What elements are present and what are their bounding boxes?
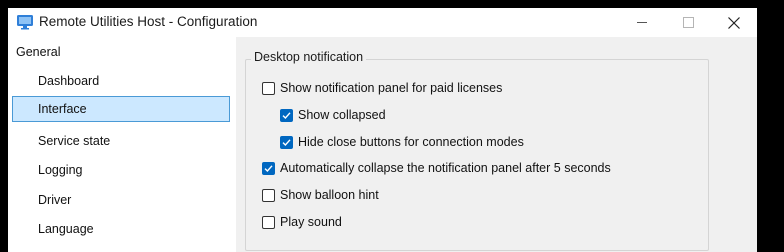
close-button[interactable] xyxy=(711,8,757,37)
tree-item-label: General xyxy=(16,45,61,59)
maximize-button[interactable] xyxy=(665,8,711,37)
minimize-icon xyxy=(636,22,647,23)
checkbox-box xyxy=(280,136,293,149)
checkbox-label: Show balloon hint xyxy=(280,188,379,202)
title-bar[interactable]: Remote Utilities Host - Configuration xyxy=(8,8,757,37)
interface-settings-panel: Desktop notification Show notification p… xyxy=(236,37,757,252)
tree-item-service-state[interactable]: Service state xyxy=(12,128,230,154)
checkbox-label: Hide close buttons for connection modes xyxy=(298,135,524,149)
close-icon xyxy=(728,16,740,29)
checkbox-label: Show collapsed xyxy=(298,108,386,122)
settings-tree[interactable]: General Dashboard Interface Service stat… xyxy=(8,37,236,252)
checkbox-label: Play sound xyxy=(280,215,342,229)
group-title: Desktop notification xyxy=(251,50,367,64)
tree-item-label: Logging xyxy=(38,163,83,177)
app-monitor-icon xyxy=(17,15,33,30)
checkmark-icon xyxy=(282,139,291,147)
tree-item-label: Interface xyxy=(38,102,87,116)
tree-item-general[interactable]: General xyxy=(12,39,230,65)
maximize-icon xyxy=(682,17,694,28)
tree-item-dashboard[interactable]: Dashboard xyxy=(12,68,230,94)
tree-item-language[interactable]: Language xyxy=(12,216,230,242)
minimize-button[interactable] xyxy=(619,8,665,37)
checkbox-box xyxy=(280,109,293,122)
tree-item-interface[interactable]: Interface xyxy=(12,96,230,122)
tree-item-label: Service state xyxy=(38,134,111,148)
tree-item-label: Driver xyxy=(38,193,72,207)
checkbox-box xyxy=(262,162,275,175)
tree-item-driver[interactable]: Driver xyxy=(12,187,230,213)
checkbox-box xyxy=(262,82,275,95)
configuration-window: Remote Utilities Host - Configuration Ge… xyxy=(8,8,757,252)
checkbox-box xyxy=(262,189,275,202)
window-title: Remote Utilities Host - Configuration xyxy=(39,14,258,29)
checkbox-box xyxy=(262,216,275,229)
checkmark-icon xyxy=(264,165,273,173)
tree-item-logging[interactable]: Logging xyxy=(12,157,230,183)
tree-item-label: Dashboard xyxy=(38,74,100,88)
checkbox-label: Automatically collapse the notification … xyxy=(280,161,611,175)
tree-item-label: Language xyxy=(38,222,94,236)
checkbox-label: Show notification panel for paid license… xyxy=(280,81,503,95)
checkmark-icon xyxy=(282,112,291,120)
